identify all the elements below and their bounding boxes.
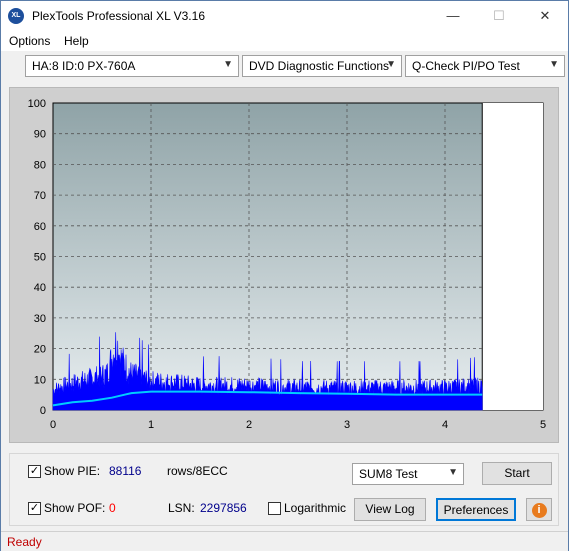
x-tick-label: 5 xyxy=(540,419,546,431)
chevron-down-icon: ▼ xyxy=(386,59,396,70)
show-pof-checkbox[interactable]: ✓ xyxy=(28,502,41,515)
minimize-button[interactable]: — xyxy=(430,1,476,31)
y-tick-label: 80 xyxy=(34,159,46,171)
window-title: PlexTools Professional XL V3.16 xyxy=(32,9,205,23)
y-tick-label: 60 xyxy=(34,221,46,233)
rows-label: rows/8ECC xyxy=(167,464,228,478)
start-button[interactable]: Start xyxy=(482,462,552,485)
control-panel: ✓ Show PIE: 88116 rows/8ECC SUM8 Test ▼ … xyxy=(9,453,559,526)
close-button[interactable]: ✕ xyxy=(522,1,568,31)
y-tick-label: 90 xyxy=(34,129,46,141)
app-window: XL PlexTools Professional XL V3.16 — ☐ ✕… xyxy=(0,0,569,551)
chevron-down-icon: ▼ xyxy=(448,467,458,478)
lsn-label: LSN: xyxy=(168,501,195,515)
x-tick-label: 3 xyxy=(344,419,350,431)
info-icon: i xyxy=(531,503,547,518)
drive-select[interactable]: HA:8 ID:0 PX-760A ▼ xyxy=(25,55,239,77)
drive-select-value: HA:8 ID:0 PX-760A xyxy=(32,59,136,73)
pi-po-chart: 0 10 20 30 40 50 60 70 80 90 100 0 1 2 3 4 5 xyxy=(28,98,546,431)
show-pie-checkbox[interactable]: ✓ xyxy=(28,465,41,478)
info-button[interactable]: i xyxy=(526,498,552,521)
test-mode-select[interactable]: SUM8 Test ▼ xyxy=(352,463,464,485)
y-tick-label: 50 xyxy=(34,252,46,264)
x-tick-label: 4 xyxy=(442,419,448,431)
y-tick-label: 0 xyxy=(40,405,46,417)
x-tick-label: 2 xyxy=(246,419,252,431)
maximize-button[interactable]: ☐ xyxy=(476,1,522,31)
view-log-button[interactable]: View Log xyxy=(354,498,426,521)
show-pie-label: Show PIE: xyxy=(44,464,101,478)
function-select[interactable]: DVD Diagnostic Functions ▼ xyxy=(242,55,402,77)
chart-area: 0 10 20 30 40 50 60 70 80 90 100 0 1 2 3 4 5 xyxy=(9,87,559,443)
logarithmic-label: Logarithmic xyxy=(284,501,347,515)
preferences-button[interactable]: Preferences xyxy=(436,498,516,521)
x-tick-label: 0 xyxy=(50,419,56,431)
x-tick-label: 1 xyxy=(148,419,154,431)
pof-value: 0 xyxy=(109,501,116,515)
title-bar[interactable]: XL PlexTools Professional XL V3.16 — ☐ ✕ xyxy=(1,1,568,31)
logarithmic-checkbox[interactable] xyxy=(268,502,281,515)
y-tick-label: 10 xyxy=(34,374,46,386)
status-text: Ready xyxy=(7,535,42,549)
chevron-down-icon: ▼ xyxy=(223,59,233,70)
menu-help[interactable]: Help xyxy=(64,34,89,48)
test-select-value: Q-Check PI/PO Test xyxy=(412,59,520,73)
y-tick-label: 70 xyxy=(34,190,46,202)
y-tick-label: 100 xyxy=(28,98,46,110)
test-mode-value: SUM8 Test xyxy=(359,467,418,481)
y-tick-label: 40 xyxy=(34,282,46,294)
lsn-value: 2297856 xyxy=(200,501,247,515)
test-select[interactable]: Q-Check PI/PO Test ▼ xyxy=(405,55,565,77)
status-bar: Ready xyxy=(1,531,568,551)
unused-region xyxy=(482,103,543,410)
y-tick-label: 20 xyxy=(34,344,46,356)
menu-options[interactable]: Options xyxy=(9,34,50,48)
app-logo-icon: XL xyxy=(8,8,24,24)
y-tick-label: 30 xyxy=(34,313,46,325)
chevron-down-icon: ▼ xyxy=(549,59,559,70)
show-pof-label: Show POF: xyxy=(44,501,106,515)
function-select-value: DVD Diagnostic Functions xyxy=(249,59,390,73)
pie-value: 88116 xyxy=(109,464,142,478)
menu-bar: Options Help xyxy=(1,31,568,51)
